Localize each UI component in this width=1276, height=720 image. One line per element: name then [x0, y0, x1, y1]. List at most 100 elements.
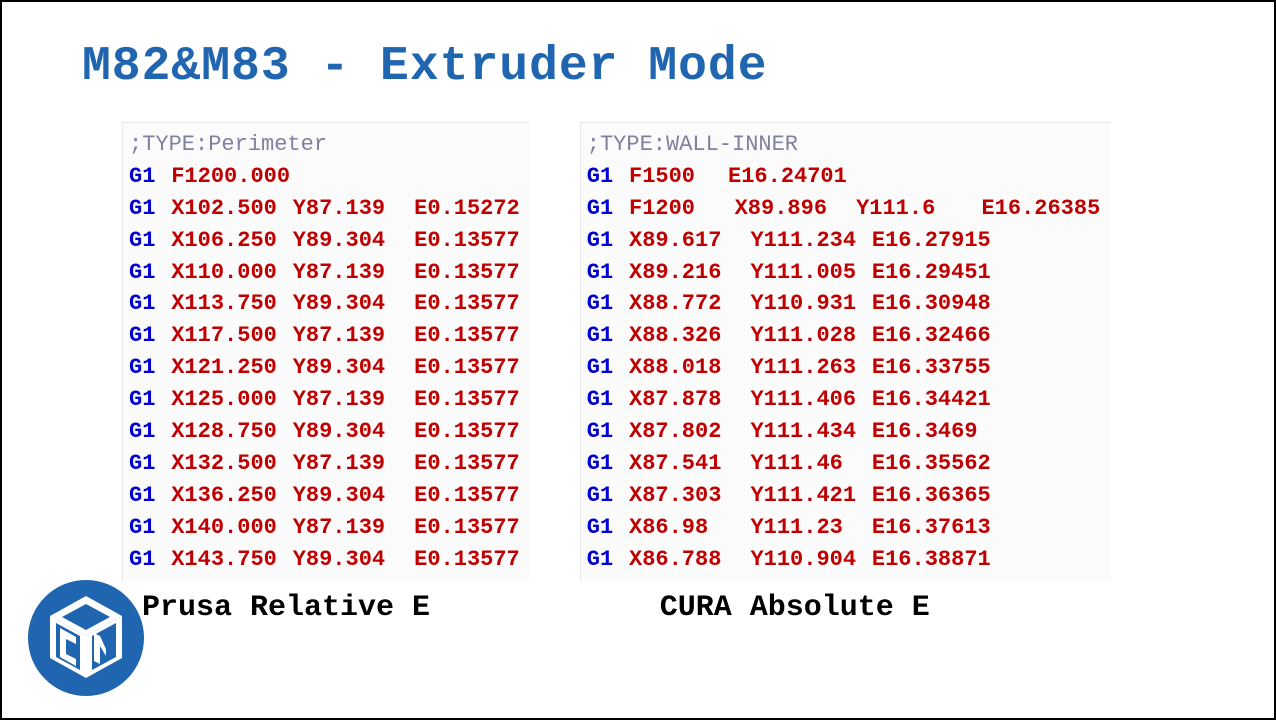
gcode-arg: Y111.028 [750, 320, 871, 352]
gcode-line: G1 X87.541Y111.46E16.35562 [587, 448, 1101, 480]
gcode-arg: E0.15272 [414, 193, 520, 225]
right-column: ;TYPE:WALL-INNER G1 F1500 E16.24701 G1 F… [580, 122, 1111, 625]
slide-frame: M82&M83 - Extruder Mode ;TYPE:Perimeter … [0, 0, 1276, 720]
gcode-arg: X87.303 [629, 480, 750, 512]
gcode-comment: ;TYPE:WALL-INNER [587, 129, 1101, 161]
gcode-arg: E0.13577 [414, 448, 520, 480]
gcode-arg: Y87.139 [293, 384, 414, 416]
gcode-cmd: G1 [587, 512, 616, 544]
left-column: ;TYPE:Perimeter G1 F1200.000 G1 X102.500… [122, 122, 530, 625]
gcode-line: G1 X106.250Y89.304E0.13577 [129, 225, 520, 257]
gcode-line: G1 X102.500Y87.139E0.15272 [129, 193, 520, 225]
gcode-arg: Y111.406 [750, 384, 871, 416]
gcode-arg: Y89.304 [293, 225, 414, 257]
gcode-line: G1 X88.772Y110.931E16.30948 [587, 288, 1101, 320]
gcode-comment: ;TYPE:Perimeter [129, 129, 520, 161]
gcode-line: G1 X86.788Y110.904E16.38871 [587, 544, 1101, 576]
gcode-line: G1 X121.250Y89.304E0.13577 [129, 352, 520, 384]
gcode-cmd: G1 [587, 448, 616, 480]
gcode-arg: X110.000 [171, 257, 292, 289]
gcode-line: G1 X89.617Y111.234E16.27915 [587, 225, 1101, 257]
gcode-cmd: G1 [587, 193, 616, 225]
gcode-arg: E16.3469 [872, 416, 978, 448]
gcode-arg: Y87.139 [293, 257, 414, 289]
gcode-arg: F1200 [629, 193, 721, 225]
gcode-cmd: G1 [129, 416, 158, 448]
gcode-arg: X102.500 [171, 193, 292, 225]
cube-logo-icon [26, 578, 146, 698]
gcode-arg: E0.13577 [414, 288, 520, 320]
gcode-arg: X86.98 [629, 512, 750, 544]
gcode-arg: E16.36365 [872, 480, 991, 512]
gcode-arg: X121.250 [171, 352, 292, 384]
slide-title: M82&M83 - Extruder Mode [82, 40, 1224, 94]
gcode-arg: E16.30948 [872, 288, 991, 320]
gcode-cmd: G1 [129, 544, 158, 576]
gcode-arg: X140.000 [171, 512, 292, 544]
brand-logo [26, 578, 146, 698]
gcode-cmd: G1 [129, 257, 158, 289]
gcode-cmd: G1 [129, 320, 158, 352]
gcode-line: G1 X86.98Y111.23E16.37613 [587, 512, 1101, 544]
gcode-arg: Y89.304 [293, 352, 414, 384]
gcode-cmd: G1 [129, 512, 158, 544]
gcode-arg: X87.541 [629, 448, 750, 480]
gcode-arg: E16.38871 [872, 544, 991, 576]
gcode-arg: Y87.139 [293, 512, 414, 544]
gcode-cmd: G1 [587, 352, 616, 384]
gcode-arg: E0.13577 [414, 257, 520, 289]
gcode-arg: E16.26385 [981, 193, 1100, 225]
gcode-line: G1 X110.000Y87.139E0.13577 [129, 257, 520, 289]
gcode-line: G1 X87.878Y111.406E16.34421 [587, 384, 1101, 416]
gcode-cmd: G1 [129, 480, 158, 512]
gcode-line: G1 X143.750Y89.304E0.13577 [129, 544, 520, 576]
right-caption: CURA Absolute E [660, 591, 1111, 625]
gcode-line: G1 X113.750Y89.304E0.13577 [129, 288, 520, 320]
gcode-cmd: G1 [129, 193, 158, 225]
gcode-arg: E16.35562 [872, 448, 991, 480]
gcode-line: G1 X87.802Y111.434E16.3469 [587, 416, 1101, 448]
gcode-arg: X132.500 [171, 448, 292, 480]
gcode-arg: E0.13577 [414, 320, 520, 352]
comment-text: ;TYPE:WALL-INNER [587, 129, 798, 161]
gcode-line: G1 X117.500Y87.139E0.13577 [129, 320, 520, 352]
gcode-arg: Y111.263 [750, 352, 871, 384]
gcode-arg: Y111.23 [750, 512, 871, 544]
gcode-line: G1 X140.000Y87.139E0.13577 [129, 512, 520, 544]
gcode-arg: Y89.304 [293, 288, 414, 320]
gcode-arg: X88.326 [629, 320, 750, 352]
gcode-arg: X89.896 [735, 193, 843, 225]
gcode-arg: E16.34421 [872, 384, 991, 416]
gcode-line: G1 X88.326Y111.028E16.32466 [587, 320, 1101, 352]
gcode-arg: Y89.304 [293, 416, 414, 448]
gcode-line: G1 X132.500Y87.139E0.13577 [129, 448, 520, 480]
gcode-cmd: G1 [129, 352, 158, 384]
gcode-arg: Y87.139 [293, 193, 414, 225]
gcode-cmd: G1 [129, 288, 158, 320]
left-code-block: ;TYPE:Perimeter G1 F1200.000 G1 X102.500… [122, 122, 530, 581]
gcode-line: G1 F1200 X89.896 Y111.6 E16.26385 [587, 193, 1101, 225]
gcode-cmd: G1 [129, 384, 158, 416]
gcode-cmd: G1 [587, 320, 616, 352]
gcode-cmd: G1 [587, 416, 616, 448]
gcode-arg: X117.500 [171, 320, 292, 352]
gcode-arg: X143.750 [171, 544, 292, 576]
gcode-arg: Y111.6 [856, 193, 968, 225]
gcode-arg: X87.878 [629, 384, 750, 416]
gcode-arg: X106.250 [171, 225, 292, 257]
gcode-arg: E16.33755 [872, 352, 991, 384]
gcode-line: G1 X89.216Y111.005E16.29451 [587, 257, 1101, 289]
gcode-arg: Y111.46 [750, 448, 871, 480]
gcode-arg: E16.27915 [872, 225, 991, 257]
gcode-line: G1 F1200.000 [129, 161, 520, 193]
gcode-arg: X89.216 [629, 257, 750, 289]
gcode-arg: X128.750 [171, 416, 292, 448]
gcode-arg: Y111.234 [750, 225, 871, 257]
gcode-arg: E16.32466 [872, 320, 991, 352]
gcode-cmd: G1 [129, 225, 158, 257]
gcode-cmd: G1 [587, 544, 616, 576]
gcode-arg: X86.788 [629, 544, 750, 576]
gcode-arg: E0.13577 [414, 544, 520, 576]
gcode-line: G1 X88.018Y111.263E16.33755 [587, 352, 1101, 384]
gcode-arg: Y89.304 [293, 544, 414, 576]
